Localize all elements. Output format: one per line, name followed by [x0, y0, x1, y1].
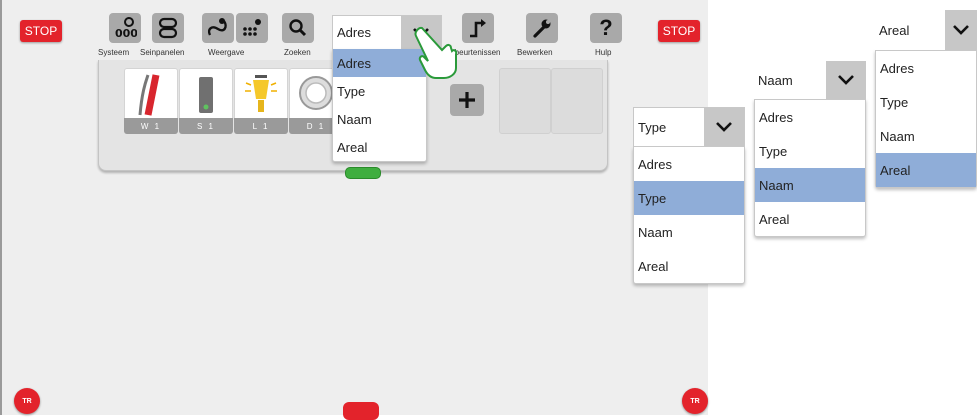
svg-text:000: 000 [115, 27, 137, 39]
dropdown-option[interactable]: Naam [755, 168, 865, 202]
tile-signal[interactable]: S 1 [179, 68, 233, 134]
dropdown-option[interactable]: Type [634, 181, 744, 215]
dropdown-header[interactable]: Areal [875, 10, 977, 50]
tile-label: S 1 [179, 118, 233, 134]
view-button[interactable] [202, 13, 268, 43]
dropdown-option[interactable]: Naam [634, 215, 744, 249]
dropdown-list: Adres Type Naam Areal [754, 99, 866, 237]
dropdown-option[interactable]: Areal [755, 202, 865, 236]
signal-icon [199, 77, 213, 113]
stop-button-left[interactable]: STOP [20, 20, 62, 42]
tile-turnout[interactable]: W 1 [124, 68, 178, 134]
dropdown-option[interactable]: Naam [876, 119, 976, 153]
lamp-icon [245, 75, 277, 112]
dropdown-header[interactable]: Naam [754, 61, 866, 99]
dropdown-option[interactable]: Adres [634, 147, 744, 181]
dropdown-value: Naam [758, 72, 793, 88]
view-label: Weergave [208, 48, 245, 57]
question-icon: ? [590, 13, 622, 43]
help-button[interactable]: ? [590, 13, 622, 43]
empty-slot[interactable] [551, 68, 603, 134]
dropdown-option[interactable]: Adres [755, 100, 865, 134]
dropdown-value: Type [638, 119, 667, 135]
panel-drag-handle[interactable] [345, 167, 381, 179]
tile-lamp[interactable]: L 1 [234, 68, 288, 134]
dropdown-option[interactable]: Type [876, 85, 976, 119]
signal-panels-button[interactable] [152, 13, 184, 43]
dropdown-option[interactable]: Areal [634, 249, 744, 283]
dropdown-option[interactable]: Adres [333, 49, 426, 77]
tile-label: L 1 [234, 118, 288, 134]
dropdown-header[interactable]: Type [633, 107, 745, 147]
search-label: Zoeken [284, 48, 311, 57]
dropdown-option[interactable]: Naam [333, 105, 426, 133]
dropdown-option[interactable]: Areal [876, 153, 976, 187]
dropdown-option[interactable]: Adres [876, 51, 976, 85]
corner-button-label: TR [22, 397, 32, 405]
edit-label: Bewerken [517, 48, 553, 57]
stop-button-right[interactable]: STOP [658, 20, 700, 42]
signal-panels-label: Seinpanelen [140, 48, 185, 57]
corner-button-label: TR [690, 397, 700, 405]
dropdown-callout-naam: Naam Adres Type Naam Areal [754, 61, 866, 237]
system-button[interactable]: 000 [109, 13, 141, 43]
search-icon [282, 13, 314, 43]
corner-button-left[interactable]: TR [14, 388, 40, 414]
events-icon [462, 13, 494, 43]
dropdown-list: Adres Type Naam Areal [633, 147, 745, 284]
chevron-down-icon[interactable] [826, 61, 866, 99]
empty-slot[interactable] [499, 68, 551, 134]
stop-label: STOP [24, 24, 58, 38]
wrench-icon [526, 13, 558, 43]
stop-label: STOP [662, 24, 696, 38]
dropdown-list: Adres Type Naam Areal [875, 50, 977, 188]
dropdown-option[interactable]: Type [333, 77, 426, 105]
system-icon: 000 [109, 13, 141, 43]
dropdown-value: Adres [337, 25, 371, 40]
track-view-icon [202, 13, 234, 43]
bottom-drag-handle[interactable] [343, 402, 379, 420]
signal-panels-icon [152, 13, 184, 43]
search-button[interactable] [282, 13, 314, 43]
main-screen: STOP STOP 000 Systeem Seinpanelen Weerga… [0, 0, 708, 420]
turnout-icon [138, 74, 160, 116]
add-button[interactable] [450, 84, 484, 116]
tile-label: W 1 [124, 118, 178, 134]
dropdown-callout-type: Type Adres Type Naam Areal [633, 107, 745, 284]
chevron-down-icon[interactable] [945, 10, 977, 50]
dropdown-callout-areal: Areal Adres Type Naam Areal [875, 10, 977, 188]
chevron-down-icon[interactable] [704, 108, 744, 146]
pointing-hand-icon [414, 26, 458, 79]
dropdown-list: Adres Type Naam Areal [332, 49, 427, 162]
dropdown-option[interactable]: Areal [333, 133, 426, 161]
edit-button[interactable] [526, 13, 558, 43]
events-button[interactable] [462, 13, 494, 43]
help-label: Hulp [595, 48, 612, 57]
corner-button-right[interactable]: TR [682, 388, 708, 414]
plus-icon [459, 92, 475, 108]
grid-view-icon [236, 13, 268, 43]
dropdown-option[interactable]: Type [755, 134, 865, 168]
system-label: Systeem [98, 48, 130, 57]
dropdown-value: Areal [879, 22, 910, 38]
